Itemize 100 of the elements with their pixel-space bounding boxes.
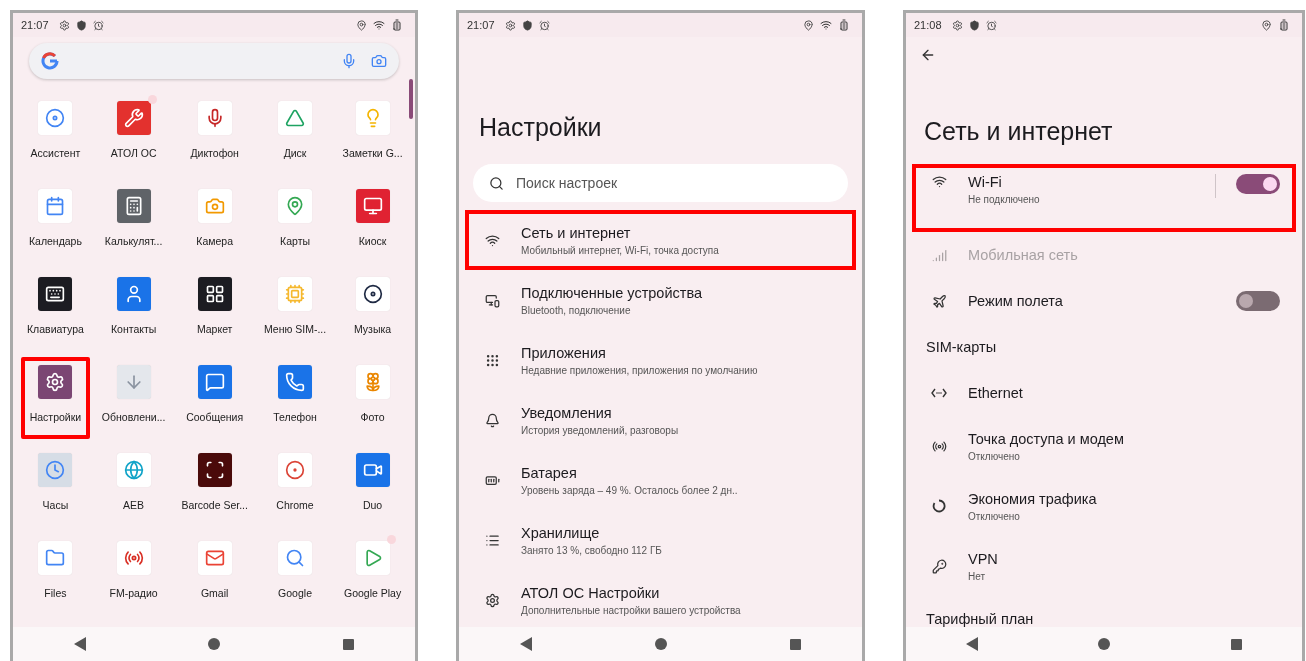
settings-item[interactable]: Хранилище Занято 13 %, свободно 112 ГБ xyxy=(465,510,856,570)
settings-item[interactable]: АТОЛ ОС Настройки Дополнительные настройки вашего устройства xyxy=(465,570,856,627)
app-launcher-button[interactable]: АТОЛ ОС xyxy=(97,93,170,175)
app-launcher-button[interactable]: Настройки xyxy=(21,357,90,439)
app-launcher-button[interactable]: Камера xyxy=(177,181,252,263)
location-icon xyxy=(356,19,367,31)
home-icon[interactable] xyxy=(1098,638,1111,650)
app-launcher-button[interactable]: Chrome xyxy=(259,445,331,527)
settings-item[interactable]: Точка доступа и модем Отключено xyxy=(912,416,1296,476)
key-icon xyxy=(931,558,947,574)
toggle-switch[interactable] xyxy=(1236,291,1280,311)
settings-item[interactable]: VPN Нет xyxy=(912,536,1296,596)
microphone-icon[interactable] xyxy=(341,53,357,69)
app-launcher-button[interactable]: Диск xyxy=(259,93,331,175)
settings-item[interactable]: Подключенные устройства Bluetooth, подключение xyxy=(465,270,856,330)
app-launcher-button[interactable]: AEB xyxy=(97,445,170,527)
item-subtitle: Отключено xyxy=(968,510,1021,522)
recents-icon[interactable] xyxy=(1230,638,1242,650)
envelope-icon xyxy=(204,548,225,568)
shield-icon xyxy=(75,19,87,31)
recents-icon[interactable] xyxy=(789,638,801,650)
app-launcher-button[interactable]: Клавиатура xyxy=(21,269,90,351)
toggle-switch[interactable] xyxy=(1236,174,1280,194)
item-subtitle: Мобильный интернет, Wi-Fi, точка доступа xyxy=(521,244,720,256)
app-launcher-button[interactable]: FM-радио xyxy=(97,533,170,615)
settings-item[interactable]: Приложения Недавние приложения, приложения по умолчанию xyxy=(465,330,856,390)
settings-item[interactable]: Уведомления История уведомлений, разговоры xyxy=(465,390,856,450)
app-launcher-button[interactable]: Сообщения xyxy=(177,357,252,439)
folder-icon xyxy=(45,548,66,568)
search-field[interactable]: Поиск настроек xyxy=(473,164,848,202)
lens-icon[interactable] xyxy=(371,53,387,69)
globe-icon xyxy=(123,460,144,480)
alarm-icon xyxy=(92,19,104,31)
keyboard-icon xyxy=(45,284,66,304)
search-icon xyxy=(489,175,504,191)
item-title: Уведомления xyxy=(521,404,613,421)
app-launcher-button[interactable]: Gmail xyxy=(177,533,252,615)
app-launcher-button[interactable]: Files xyxy=(21,533,90,615)
gear-icon xyxy=(951,19,963,31)
message-icon xyxy=(204,372,225,392)
grid-icon xyxy=(204,284,225,304)
item-subtitle: Bluetooth, подключение xyxy=(521,304,632,316)
alarm-icon xyxy=(985,19,997,31)
app-launcher-button[interactable]: Диктофон xyxy=(177,93,252,175)
settings-item[interactable]: Экономия трафика Отключено xyxy=(912,476,1296,536)
settings-item[interactable]: Режим полета xyxy=(912,278,1296,324)
app-launcher-button[interactable]: Фото xyxy=(338,357,407,439)
status-time: 21:07 xyxy=(21,19,49,31)
battery-icon xyxy=(391,19,403,31)
app-launcher-button[interactable]: Калькулят... xyxy=(97,181,170,263)
wifi-icon xyxy=(484,232,500,248)
app-launcher-button[interactable]: Контакты xyxy=(97,269,170,351)
item-subtitle: Недавние приложения, приложения по умолчанию xyxy=(521,364,759,376)
status-time: 21:08 xyxy=(914,19,942,31)
settings-item[interactable]: Батарея Уровень заряда – 49 %. Осталось более 2 дн.. xyxy=(465,450,856,510)
wifi-icon xyxy=(820,19,832,31)
app-launcher-button[interactable]: Duo xyxy=(338,445,407,527)
app-launcher-button[interactable]: Телефон xyxy=(259,357,331,439)
list-icon xyxy=(484,532,500,548)
calendar-icon xyxy=(45,196,66,216)
search-placeholder: Поиск настроек xyxy=(516,175,618,191)
home-icon[interactable] xyxy=(208,638,221,650)
recents-icon[interactable] xyxy=(342,638,354,650)
app-launcher-button[interactable]: Музыка xyxy=(338,269,407,351)
app-launcher-button[interactable]: Обновлени... xyxy=(97,357,170,439)
shield-icon xyxy=(521,19,533,31)
phone-icon xyxy=(285,372,306,392)
app-launcher-button[interactable]: Ассистент xyxy=(21,93,90,175)
settings-item[interactable]: Wi-Fi Не подключено xyxy=(912,164,1296,232)
app-launcher-button[interactable]: Google xyxy=(259,533,331,615)
app-launcher-button[interactable]: Barcode Ser... xyxy=(177,445,252,527)
location-icon xyxy=(1261,19,1272,31)
wifi-icon xyxy=(931,174,947,189)
settings-item[interactable]: Сеть и интернет Мобильный интернет, Wi-Fi, точка доступа xyxy=(465,210,856,270)
item-title: Подключенные устройства xyxy=(521,284,703,301)
app-launcher-button[interactable]: Google Play xyxy=(338,533,407,615)
home-icon[interactable] xyxy=(655,638,667,650)
section-header: SIM-карты xyxy=(925,338,998,357)
battery-icon xyxy=(1278,19,1290,31)
app-launcher-button[interactable]: Календарь xyxy=(21,181,90,263)
back-icon[interactable] xyxy=(520,637,533,651)
app-launcher-button[interactable]: Заметки G... xyxy=(338,93,407,175)
app-launcher-button[interactable]: Карты xyxy=(259,181,331,263)
item-subtitle: Нет xyxy=(968,570,987,582)
location-icon xyxy=(803,19,814,31)
app-launcher-button[interactable]: Часы xyxy=(21,445,90,527)
gear-icon xyxy=(484,592,500,608)
speaker-icon xyxy=(362,284,383,304)
app-launcher-button[interactable]: Меню SIM-... xyxy=(259,269,331,351)
item-subtitle: Уровень заряда – 49 %. Осталось более 2 дн.. xyxy=(521,484,739,496)
back-icon[interactable] xyxy=(74,637,87,651)
back-icon[interactable] xyxy=(966,637,979,651)
item-subtitle: Не подключено xyxy=(968,194,1041,205)
item-subtitle: Отключено xyxy=(968,450,1021,462)
item-subtitle: История уведомлений, разговоры xyxy=(521,424,680,436)
app-launcher-button[interactable]: Маркет xyxy=(177,269,252,351)
item-title: Сеть и интернет xyxy=(521,224,632,241)
app-launcher-button[interactable]: Киоск xyxy=(338,181,407,263)
item-title: Режим полета xyxy=(968,293,1064,309)
settings-item[interactable]: Ethernet xyxy=(912,370,1296,416)
